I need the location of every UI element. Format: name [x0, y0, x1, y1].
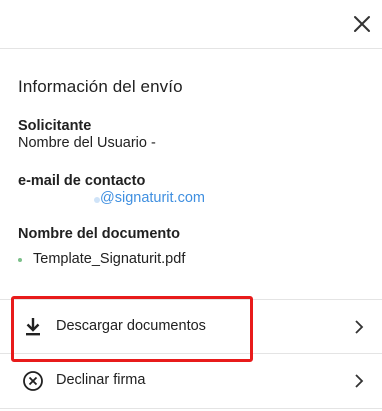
contact-email-value[interactable]: @signaturit.com: [100, 190, 205, 206]
close-button[interactable]: [346, 8, 378, 40]
download-documents-label: Descargar documentos: [56, 318, 206, 334]
requester-value: Nombre del Usuario -: [18, 135, 156, 151]
panel-header: [0, 0, 382, 49]
decline-signature-button[interactable]: Declinar firma: [0, 354, 382, 409]
decline-signature-label: Declinar firma: [56, 372, 146, 388]
circle-x-icon: [23, 371, 43, 391]
document-name-label: Nombre del documento: [18, 226, 180, 242]
bullet-icon: [18, 257, 22, 262]
contact-email-label: e-mail de contacto: [18, 173, 146, 189]
download-icon: [26, 318, 40, 336]
chevron-right-icon: [355, 320, 364, 334]
close-icon: [354, 16, 370, 32]
section-title: Información del envío: [18, 77, 183, 96]
shipment-info-panel: Información del envío Solicitante Nombre…: [0, 0, 382, 411]
document-name: Template_Signaturit.pdf: [33, 251, 186, 267]
requester-label: Solicitante: [18, 118, 92, 134]
download-documents-button[interactable]: Descargar documentos: [0, 299, 382, 354]
document-list-item: Template_Signaturit.pdf: [18, 251, 185, 267]
chevron-right-icon: [355, 374, 364, 388]
email-redaction: [18, 196, 100, 204]
